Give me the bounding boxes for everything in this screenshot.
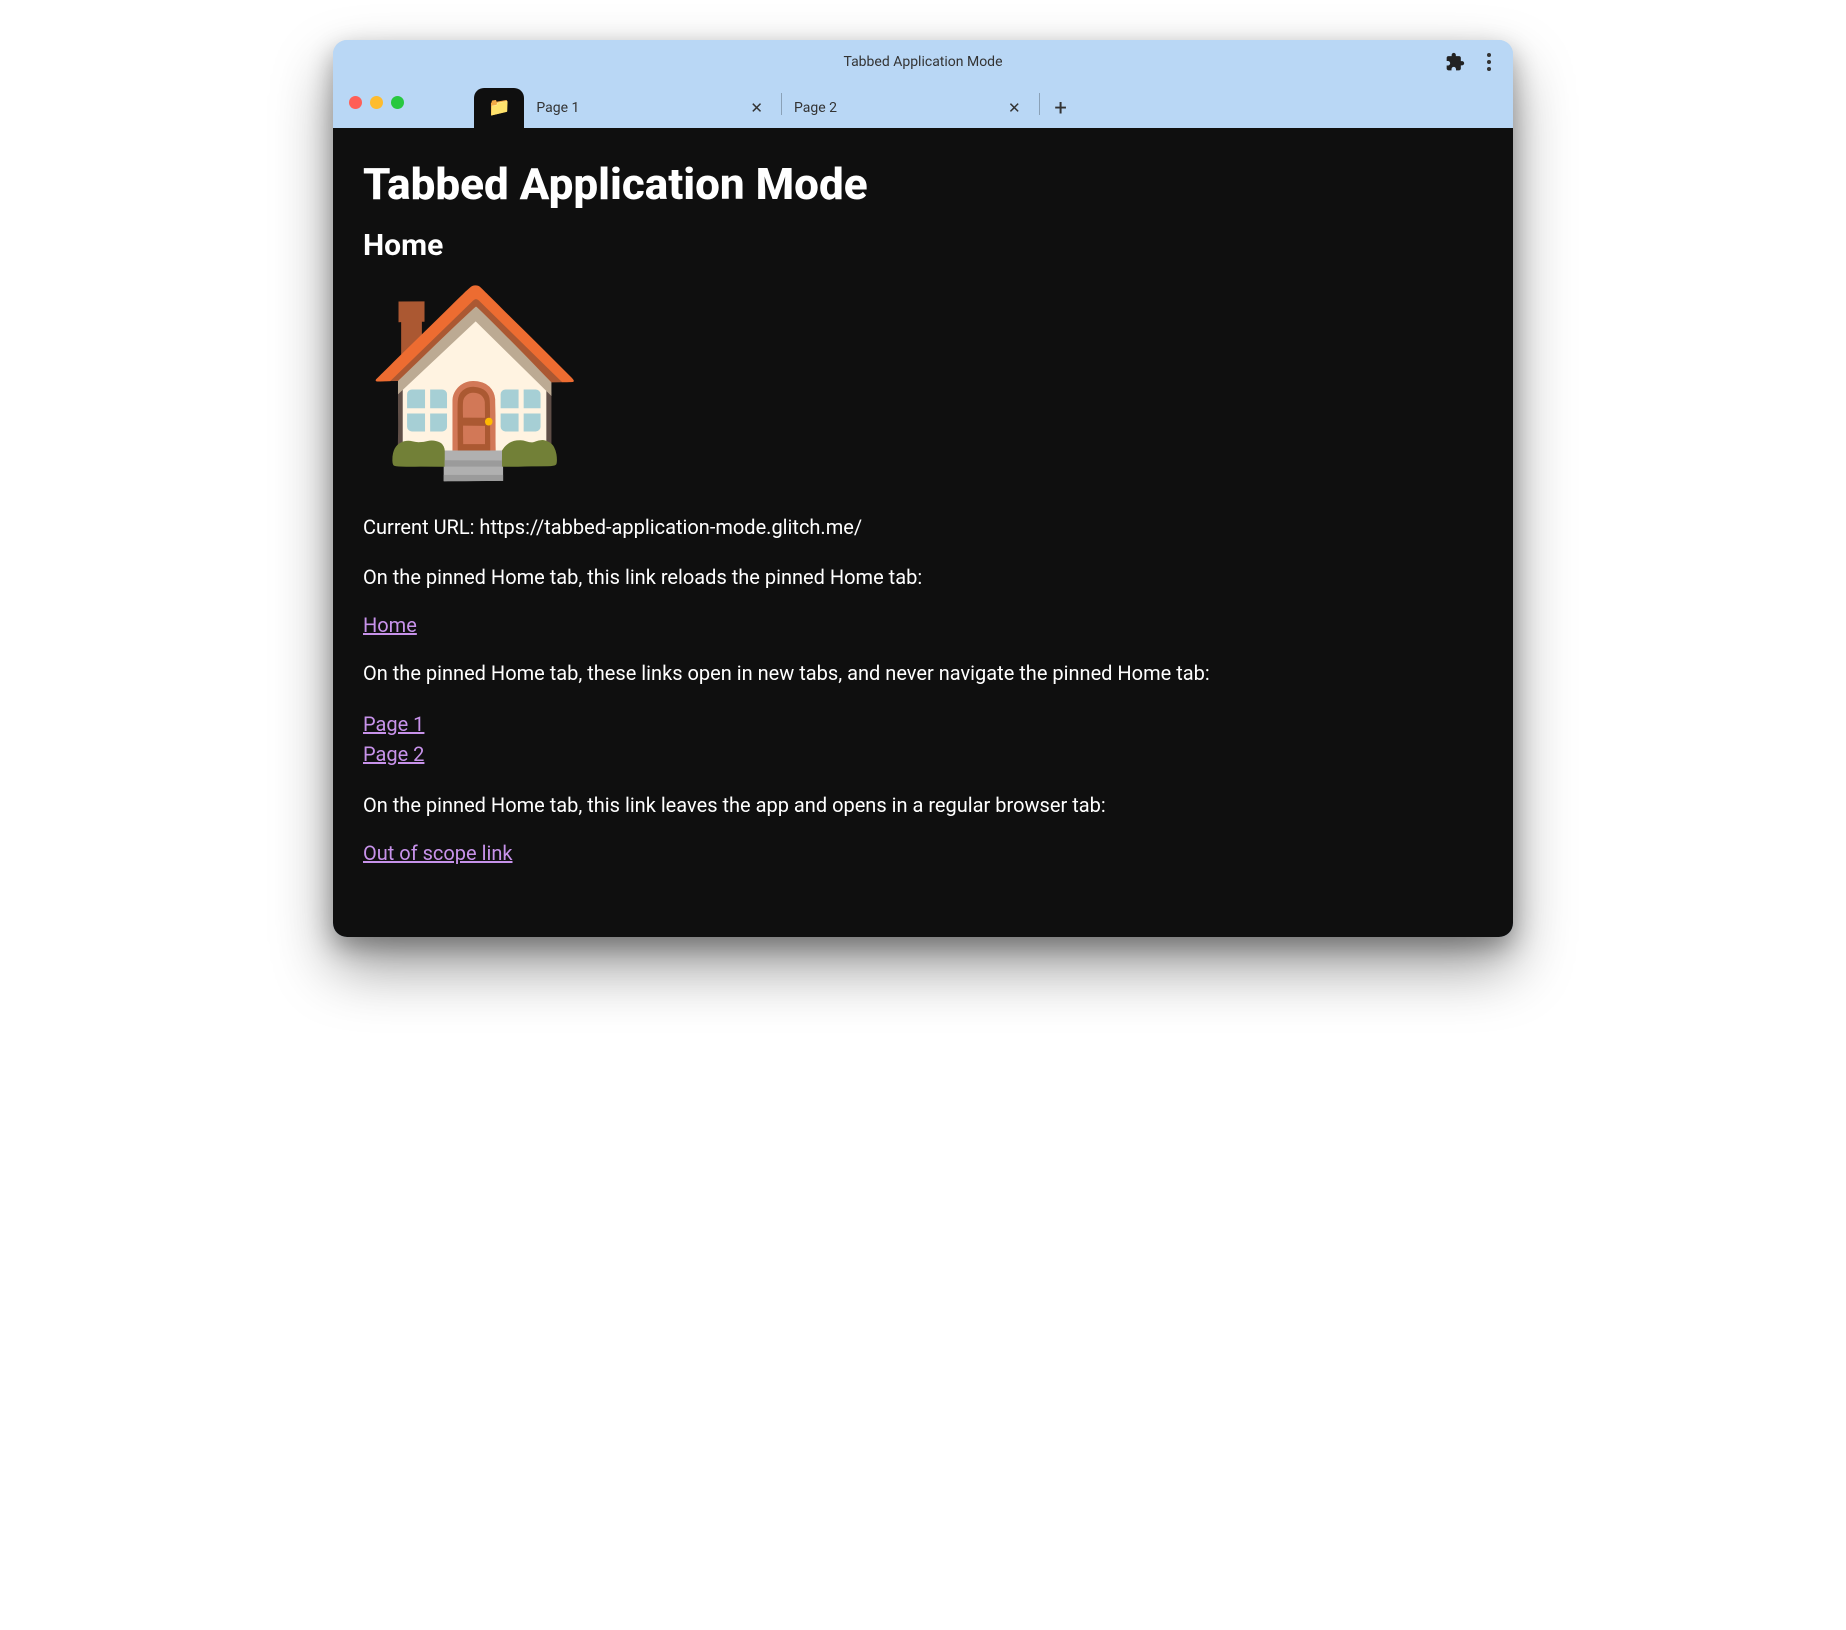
page-title: Tabbed Application Mode <box>363 158 1483 210</box>
close-icon[interactable]: ✕ <box>744 97 769 119</box>
tab-label: Page 1 <box>536 100 736 116</box>
minimize-window-button[interactable] <box>370 96 383 109</box>
extensions-icon[interactable] <box>1445 52 1465 72</box>
window-title: Tabbed Application Mode <box>333 54 1513 70</box>
paragraph-newtabs: On the pinned Home tab, these links open… <box>363 659 1483 687</box>
close-window-button[interactable] <box>349 96 362 109</box>
folder-icon: 📁 <box>488 99 510 117</box>
app-window: Tabbed Application Mode 📁 Page 1 ✕ Page … <box>333 40 1513 937</box>
paragraph-reload: On the pinned Home tab, this link reload… <box>363 563 1483 591</box>
new-tab-button[interactable]: + <box>1044 91 1078 125</box>
close-icon[interactable]: ✕ <box>1002 97 1027 119</box>
pinned-home-tab[interactable]: 📁 <box>474 88 524 128</box>
more-icon[interactable] <box>1479 52 1499 72</box>
paragraph-out: On the pinned Home tab, this link leaves… <box>363 791 1483 819</box>
content-area: Tabbed Application Mode Home 🏠 Current U… <box>333 128 1513 937</box>
link-page-2[interactable]: Page 2 <box>363 742 424 766</box>
link-page-1[interactable]: Page 1 <box>363 712 424 736</box>
house-icon: 🏠 <box>363 291 587 471</box>
link-out-of-scope[interactable]: Out of scope link <box>363 841 513 865</box>
tab-page-2[interactable]: Page 2 ✕ <box>782 88 1039 128</box>
tab-divider <box>1039 93 1040 115</box>
page-subtitle: Home <box>363 228 1483 263</box>
maximize-window-button[interactable] <box>391 96 404 109</box>
title-bar-right <box>1445 52 1499 72</box>
tab-page-1[interactable]: Page 1 ✕ <box>524 88 781 128</box>
tab-bar: 📁 Page 1 ✕ Page 2 ✕ + <box>333 84 1513 128</box>
tab-label: Page 2 <box>794 100 994 116</box>
traffic-lights <box>349 96 404 109</box>
link-home[interactable]: Home <box>363 613 417 637</box>
title-bar: Tabbed Application Mode <box>333 40 1513 84</box>
current-url-text: Current URL: https://tabbed-application-… <box>363 513 1483 541</box>
